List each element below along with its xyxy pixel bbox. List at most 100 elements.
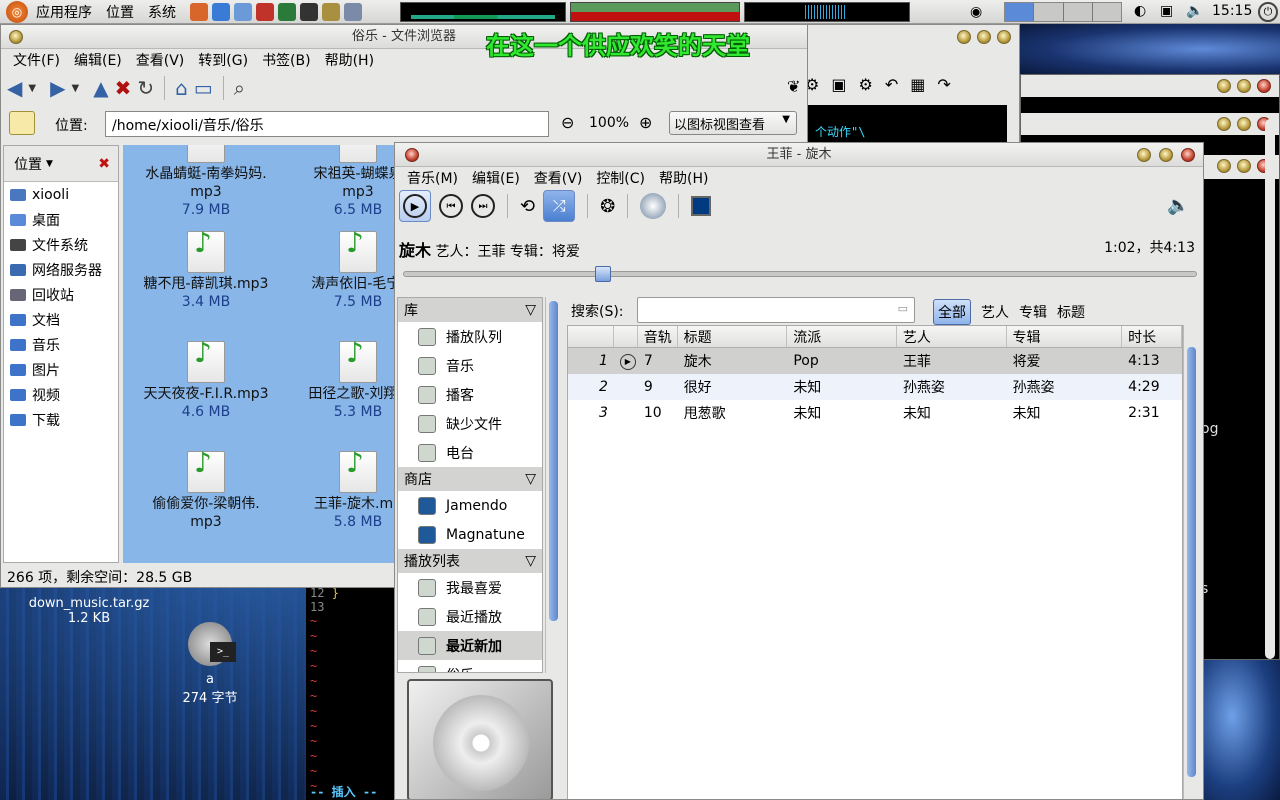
column-header[interactable]: 流派 (787, 326, 897, 347)
computer-icon[interactable]: ▭ (194, 76, 213, 100)
tray-icon[interactable]: ◐ (1134, 3, 1146, 19)
filter-button[interactable]: 艺人 (981, 302, 1009, 322)
window-menu-button[interactable] (9, 30, 23, 44)
forward-icon[interactable]: ▶ (50, 76, 65, 100)
up-icon[interactable]: ▲ (93, 76, 108, 100)
section-store[interactable]: 商店 ▽ (398, 467, 542, 491)
workspace-2[interactable] (1034, 3, 1064, 21)
filter-button[interactable]: 全部 (933, 299, 971, 325)
place-item[interactable]: 下载 (4, 407, 118, 432)
place-item[interactable]: 回收站 (4, 282, 118, 307)
menu-item[interactable]: 查看(V) (136, 50, 185, 70)
play-button[interactable]: ▶ (399, 190, 431, 222)
app-launcher-icon[interactable] (344, 2, 362, 21)
section-playlists[interactable]: 播放列表 ▽ (398, 549, 542, 573)
source-item[interactable]: 播客 (398, 380, 542, 409)
file-icon-item[interactable]: 涛声依旧-毛宁. 7.5 MB (283, 231, 395, 311)
track-row[interactable]: 2 9 很好 未知 孙燕姿 孙燕姿 4:29 (568, 374, 1182, 400)
column-header[interactable]: 音轨 (638, 326, 678, 347)
visualization-icon[interactable] (640, 193, 667, 219)
seek-handle[interactable] (594, 266, 611, 282)
file-icon-item[interactable]: 水晶蜻蜓-南拳妈妈. mp3 7.9 MB (131, 145, 281, 219)
view-mode-select[interactable]: 以图标视图查看 ▼ (669, 111, 797, 135)
location-input[interactable]: /home/xiooli/音乐/俗乐 (105, 111, 549, 137)
icon-view[interactable]: 水晶蜻蜓-南拳妈妈. mp3 7.9 MB 宋祖英-蝴蝶泉 mp3 6.5 MB 糖不甩-薛… (123, 145, 395, 563)
source-item[interactable]: Magnatune (398, 520, 542, 549)
source-item[interactable]: 音乐 (398, 351, 542, 380)
side-pane-header[interactable]: 位置 ▼ ✖ (4, 146, 118, 182)
menu-system[interactable]: 系统 (148, 2, 176, 22)
search-icon[interactable]: ⌕ (234, 76, 245, 100)
file-icon-item[interactable]: 糖不甩-薛凯琪.mp3 3.4 MB (131, 231, 281, 311)
place-item[interactable]: 文件系统 (4, 232, 118, 257)
shuffle-button[interactable]: ⤮ (543, 190, 576, 222)
source-item[interactable]: 缺少文件 (398, 409, 542, 438)
toggle-location-icon[interactable] (9, 111, 35, 135)
browse-icon[interactable]: ❂ (600, 196, 615, 217)
menu-item[interactable]: 转到(G) (198, 50, 248, 70)
minimize-button[interactable] (1217, 79, 1231, 93)
menu-item[interactable]: 帮助(H) (325, 50, 374, 70)
home-icon[interactable]: ⌂ (175, 76, 188, 100)
minimize-button[interactable] (1137, 148, 1151, 162)
minimize-button[interactable] (1217, 117, 1231, 131)
app-launcher-icon[interactable] (256, 2, 274, 21)
maximize-button[interactable] (1237, 117, 1251, 131)
menu-item[interactable]: 书签(B) (262, 50, 311, 70)
volume-icon[interactable]: 🔈 (1167, 195, 1189, 216)
source-item[interactable]: 最近新加 (398, 631, 542, 660)
undo-icon[interactable]: ↶ (885, 75, 898, 94)
minimize-button[interactable] (1217, 159, 1231, 173)
place-item[interactable]: 桌面 (4, 207, 118, 232)
file-icon-item[interactable]: 天天夜夜-F.I.R.mp3 4.6 MB (131, 341, 281, 421)
app-launcher-icon[interactable] (322, 2, 340, 21)
source-item[interactable]: 电台 (398, 438, 542, 467)
close-button[interactable] (997, 30, 1011, 44)
stop-icon[interactable]: ✖ (115, 76, 132, 100)
clock[interactable]: 15:15 (1212, 3, 1252, 19)
column-header[interactable]: 专辑 (1007, 326, 1123, 347)
app-launcher-icon[interactable] (190, 2, 208, 21)
seek-bar[interactable] (403, 266, 1197, 282)
reload-icon[interactable]: ↻ (137, 76, 154, 100)
menu-item[interactable]: 编辑(E) (74, 50, 122, 70)
track-row[interactable]: 3 10 甩葱歌 未知 未知 未知 2:31 (568, 400, 1182, 426)
column-status[interactable] (614, 326, 638, 347)
menu-item[interactable]: 控制(C) (596, 168, 645, 188)
search-input[interactable]: ▭ (637, 297, 915, 323)
back-icon[interactable]: ◀ (7, 76, 22, 100)
tracklist-scrollbar[interactable] (1183, 325, 1199, 799)
menu-item[interactable]: 帮助(H) (659, 168, 708, 188)
section-library[interactable]: 库 ▽ (398, 298, 542, 322)
menu-applications[interactable]: 应用程序 (36, 2, 92, 22)
zoom-level[interactable]: 100% (589, 115, 629, 131)
workspace-4[interactable] (1092, 3, 1121, 21)
place-item[interactable]: 视频 (4, 382, 118, 407)
grid-icon[interactable]: ▦ (910, 75, 925, 94)
column-header[interactable]: 艺人 (897, 326, 1007, 347)
title-bar[interactable]: 王菲 - 旋木 (395, 143, 1203, 167)
repeat-icon[interactable]: ⟲ (520, 196, 535, 217)
file-icon-item[interactable]: 偷偷爱你-梁朝伟. mp3 (131, 451, 281, 531)
next-button[interactable]: ⏭ (471, 194, 495, 218)
source-item[interactable]: 俗乐 (398, 660, 542, 672)
column-header[interactable]: 时长 (1122, 326, 1182, 347)
filter-button[interactable]: 标题 (1057, 302, 1085, 322)
close-icon[interactable]: ✖ (98, 156, 110, 172)
desktop-file-script[interactable]: >_ a 274 字节 (160, 622, 260, 706)
workspace-3[interactable] (1063, 3, 1093, 21)
zoom-out-icon[interactable]: ⊖ (561, 113, 574, 132)
maximize-button[interactable] (1237, 79, 1251, 93)
display-icon[interactable]: ▣ (1160, 3, 1173, 19)
close-button[interactable] (1257, 79, 1271, 93)
menu-item[interactable]: 查看(V) (534, 168, 583, 188)
terminal-window[interactable]: 12 } 13 ~ ~ ~ ~ ~ ~ ~ ~ ~ ~ ~ ~ -- 插入 -- (306, 586, 396, 800)
maximize-button[interactable] (1159, 148, 1173, 162)
forward-history-icon[interactable]: ▼ (71, 83, 79, 94)
app-launcher-icon[interactable] (278, 2, 296, 21)
back-history-icon[interactable]: ▼ (28, 83, 36, 94)
redo-icon[interactable]: ↷ (937, 75, 950, 94)
maximize-button[interactable] (1237, 159, 1251, 173)
place-item[interactable]: 文档 (4, 307, 118, 332)
menu-item[interactable]: 文件(F) (13, 50, 60, 70)
